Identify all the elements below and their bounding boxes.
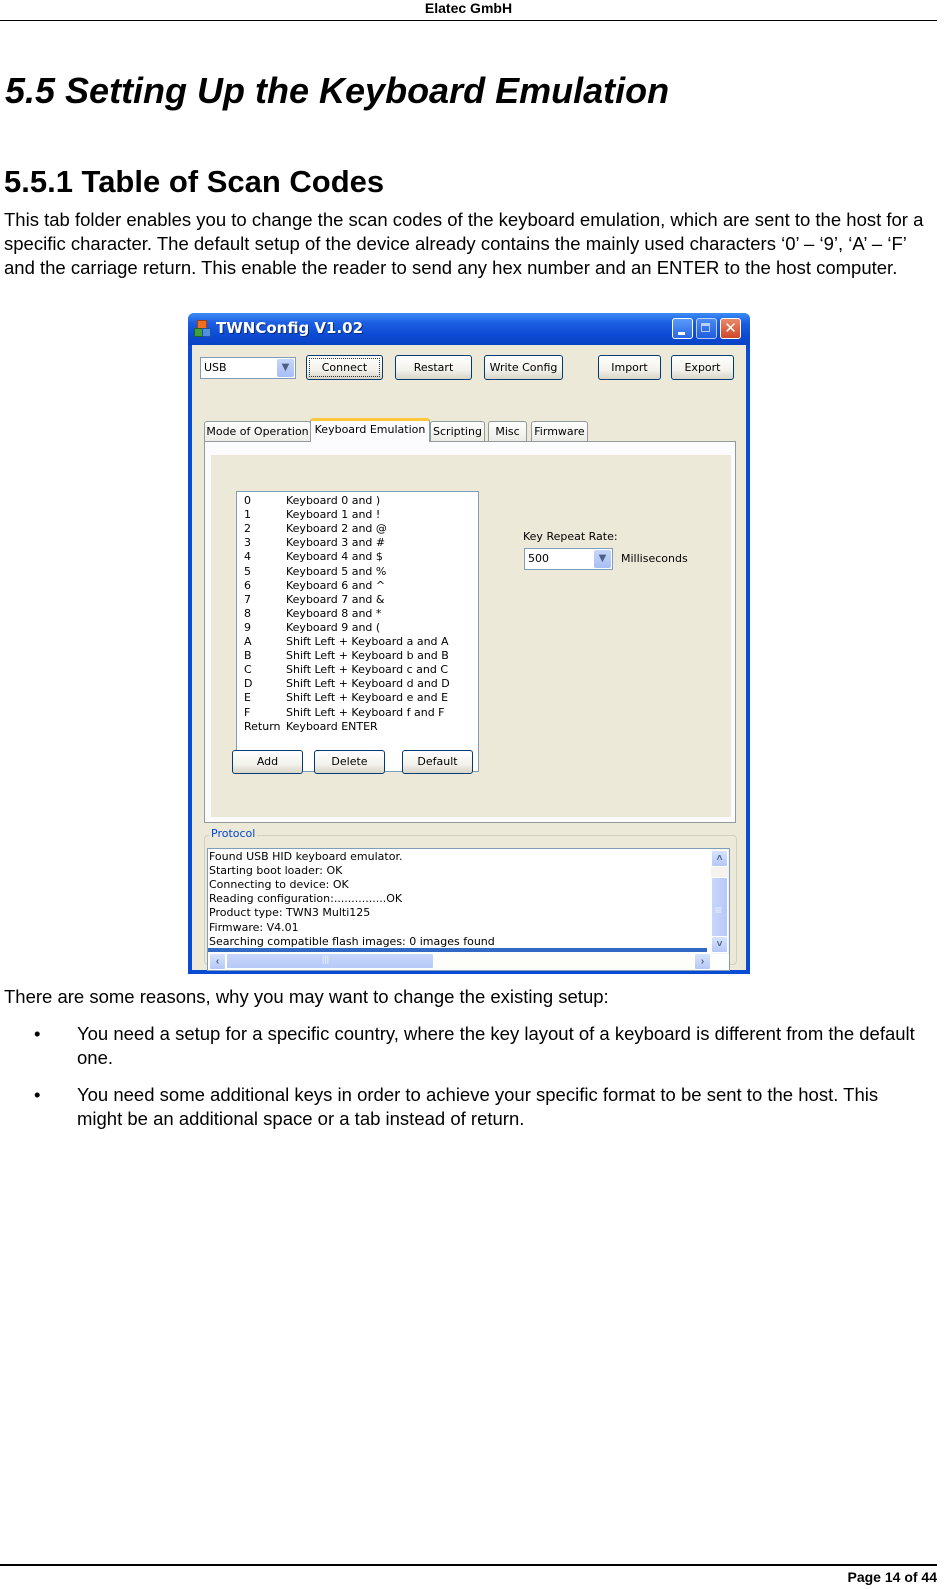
import-button[interactable]: Import [598,355,661,380]
window-title: TWNConfig V1.02 [216,319,364,337]
restart-button[interactable]: Restart [395,355,472,380]
sent-keys-cell: Shift Left + Keyboard e and E [286,691,449,705]
ascii-cell: D [244,677,253,691]
log-line: Searching compatible flash images: 0 ima… [209,934,495,948]
ascii-cell: C [244,663,252,677]
ascii-cell: 1 [244,508,251,522]
page-number: Page 14 of 44 [847,1569,938,1585]
sent-keys-cell: Keyboard 7 and & [286,592,385,606]
reasons-intro: There are some reasons, why you may want… [4,986,609,1007]
sent-keys-cell: Keyboard 2 and @ [286,522,387,536]
ascii-cell: 9 [244,620,251,634]
horizontal-scroll-thumb[interactable] [226,953,434,969]
sent-keys-cell: Shift Left + Keyboard d and D [286,677,450,691]
horizontal-scrollbar[interactable]: ‹ › [208,952,713,970]
chevron-down-icon[interactable]: ▼ [594,550,611,568]
key-repeat-unit: Milliseconds [621,552,688,565]
ascii-cell: A [244,635,252,648]
scroll-left-icon[interactable]: ‹ [209,953,226,970]
log-line: Connecting to device: OK [209,878,349,892]
app-icon [194,320,211,337]
scroll-right-icon[interactable]: › [694,953,711,970]
log-line: Found USB HID keyboard emulator. [209,850,403,863]
sent-keys-cell: Keyboard 5 and % [286,564,387,578]
protocol-log[interactable]: Searching compatible flash images: 0 ima… [207,848,730,971]
key-repeat-select[interactable]: 500 ▼ [524,548,613,570]
log-line: Firmware: V4.01 [209,920,299,934]
vertical-scrollbar[interactable]: ˄ ˅ [711,849,729,954]
ascii-cell: B [244,649,252,663]
chevron-down-icon[interactable]: ▼ [277,359,294,377]
ascii-cell: 3 [244,536,251,550]
port-select-value: USB [204,361,227,374]
log-line: Product type: TWN3 Multi125 [209,906,371,920]
scroll-up-icon[interactable]: ˄ [711,850,728,867]
window-client-area: USB ▼ Connect Restart Write Config Impor… [192,345,746,971]
scan-code-list[interactable]: 0 Keyboard 0 and ) 1 Keyboard 1 and ! 2 Keybo… [236,491,479,772]
sent-keys-cell: Keyboard 8 and * [286,606,382,620]
sent-keys-cell: Shift Left + Keyboard b and B [286,649,449,663]
sent-keys-cell: Keyboard 4 and $ [286,550,383,564]
default-button[interactable]: Default [402,750,473,774]
subsection-title: 5.5.1 Table of Scan Codes [4,164,385,199]
key-repeat-value: 500 [528,552,549,565]
close-button[interactable]: ✕ [720,318,741,339]
tab-mode-of-operation[interactable]: Mode of Operation [204,421,311,441]
sent-keys-cell: Keyboard 1 and ! [286,508,381,522]
sent-keys-cell: Keyboard 3 and # [286,536,386,550]
add-button[interactable]: Add [232,750,303,774]
ascii-cell: 5 [244,564,251,578]
ascii-cell: 8 [244,606,251,620]
twnconfig-window: TWNConfig V1.02 ✕ USB ▼ Connect Restart … [188,313,750,974]
connect-button[interactable]: Connect [306,355,383,380]
footer-rule [0,1564,937,1566]
minimize-button[interactable] [672,318,693,339]
log-line: Starting boot loader: OK [209,864,343,878]
protocol-title: Protocol [209,827,258,840]
ascii-cell: 4 [244,550,251,564]
maximize-button[interactable] [696,318,717,339]
ascii-cell: E [244,691,251,705]
tab-scripting[interactable]: Scripting [430,421,485,441]
sent-keys-cell: Shift Left + Keyboard c and C [286,663,449,677]
tab-misc[interactable]: Misc [488,421,527,441]
ascii-cell: 7 [244,592,251,606]
sent-keys-cell: Keyboard ENTER [286,719,378,733]
close-icon: ✕ [724,319,737,337]
section-title: 5.5 Setting Up the Keyboard Emulation [5,70,670,111]
bullet-text: You need some additional keys in order t… [77,1084,879,1129]
tab-keyboard-emulation[interactable]: Keyboard Emulation [310,418,430,442]
delete-button[interactable]: Delete [314,750,385,774]
sent-keys-cell: Keyboard 0 and ) [286,494,381,507]
write-config-button[interactable]: Write Config [484,355,563,380]
page-header: Elatec GmbH [0,0,937,21]
scroll-down-icon[interactable]: ˅ [711,936,728,953]
sent-keys-cell: Shift Left + Keyboard a and A [286,635,449,648]
bullet-icon: • [34,1084,41,1105]
key-repeat-label: Key Repeat Rate: [523,530,618,543]
ascii-cell: F [244,705,251,719]
sent-keys-cell: Keyboard 6 and ^ [286,578,386,592]
bullet-text: You need a setup for a specific country,… [77,1023,915,1068]
sent-keys-cell: Shift Left + Keyboard f and F [286,705,445,719]
export-button[interactable]: Export [671,355,734,380]
ascii-cell: 6 [244,578,251,592]
title-bar[interactable]: TWNConfig V1.02 ✕ [188,313,750,345]
sent-keys-cell: Keyboard 9 and ( [286,620,381,634]
port-select[interactable]: USB ▼ [200,357,296,379]
intro-paragraph: This tab folder enables you to change th… [4,209,924,278]
bullet-icon: • [34,1023,41,1044]
ascii-cell: Return [244,719,281,733]
ascii-cell: 2 [244,522,251,536]
tab-firmware[interactable]: Firmware [531,421,588,441]
ascii-cell: 0 [244,494,251,507]
log-line: Reading configuration:...............OK [209,892,403,906]
